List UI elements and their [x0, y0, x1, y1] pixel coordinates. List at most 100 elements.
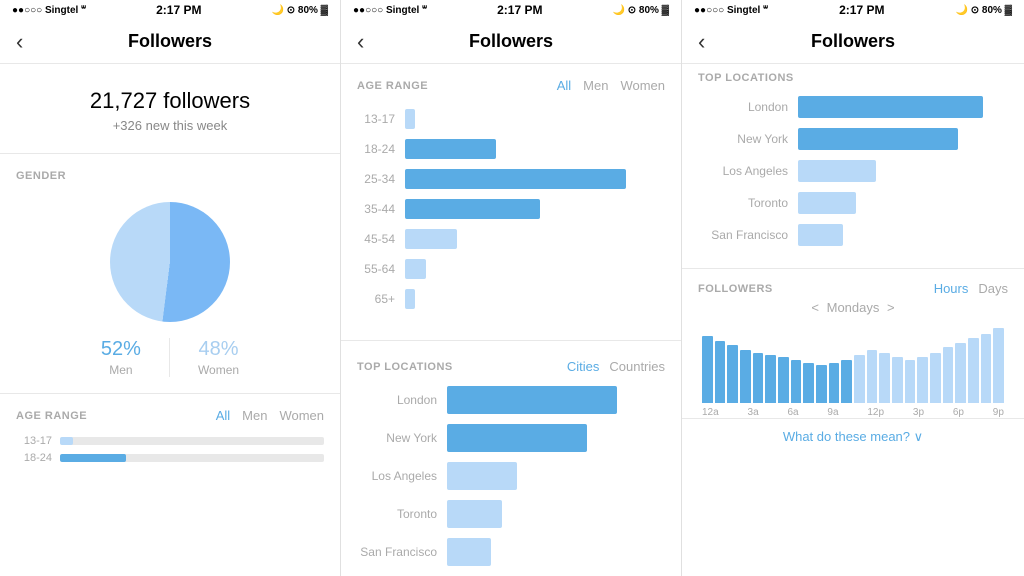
age-tab-men-1[interactable]: Men: [242, 408, 267, 423]
hour-bar-9: [816, 365, 827, 403]
bar-label-65plus: 65+: [357, 292, 395, 306]
hour-bar-13: [867, 350, 878, 403]
age-tab-all-2[interactable]: All: [557, 78, 571, 93]
hour-bar-10: [829, 363, 840, 403]
hour-bar-0: [702, 336, 713, 403]
bar-fill-13-17: [405, 109, 415, 129]
battery-2: 🌙 ⊙ 80% ▓: [613, 5, 669, 16]
city-label-toronto-2: Toronto: [357, 507, 437, 521]
hour-bar-5: [765, 355, 776, 403]
bar-fill-35-44: [405, 199, 540, 219]
bar-row-45-54: 45-54: [357, 229, 665, 249]
page-title-2: Followers: [469, 31, 553, 52]
city-h-label-newyork: New York: [698, 132, 788, 146]
hour-labels: 12a 3a 6a 9a 12p 3p 6p 9p: [698, 403, 1008, 418]
hour-bar-20: [955, 343, 966, 403]
bar-label-35-44: 35-44: [357, 202, 395, 216]
back-button-1[interactable]: ‹: [16, 29, 23, 55]
gender-women: 48% Women: [170, 338, 267, 377]
bar-track-13-17: [405, 109, 665, 129]
men-percent: 52%: [101, 338, 141, 361]
mini-bar-track-18-24: [60, 454, 324, 462]
city-row-sf-2: San Francisco: [357, 538, 665, 566]
gender-section: 52% Men 48% Women: [0, 190, 340, 394]
hour-bar-19: [943, 347, 954, 403]
bar-row-18-24: 18-24: [357, 139, 665, 159]
hour-label-9a: 9a: [827, 407, 838, 418]
chart-tab-days[interactable]: Days: [978, 281, 1008, 296]
city-h-row-toronto: Toronto: [698, 192, 1008, 214]
panel-2: ●●○○○ Singtel ᐜ 2:17 PM 🌙 ⊙ 80% ▓ ‹ Foll…: [341, 0, 682, 576]
back-button-2[interactable]: ‹: [357, 29, 364, 55]
bar-fill-65plus: [405, 289, 415, 309]
city-h-bar-london: [798, 96, 983, 118]
hour-bar-3: [740, 350, 751, 403]
what-mean[interactable]: What do these mean? ∨: [682, 419, 1024, 455]
loc-tab-countries[interactable]: Countries: [609, 359, 665, 374]
gender-section-label: GENDER: [0, 154, 340, 190]
women-percent: 48%: [198, 338, 238, 361]
hour-label-12p: 12p: [867, 407, 884, 418]
bar-label-25-34: 25-34: [357, 172, 395, 186]
divider-2: [341, 340, 681, 341]
hour-bar-14: [879, 353, 890, 403]
city-label-london-2: London: [357, 393, 437, 407]
city-h-bar-newyork: [798, 128, 958, 150]
chart-tabs: Hours Days: [934, 281, 1008, 296]
loc-tab-cities[interactable]: Cities: [567, 359, 600, 374]
bar-row-13-17: 13-17: [357, 109, 665, 129]
bar-fill-45-54: [405, 229, 457, 249]
city-bar-sf-2: [447, 538, 491, 566]
gender-men: 52% Men: [73, 338, 170, 377]
bar-label-13-17: 13-17: [357, 112, 395, 126]
gender-labels: 52% Men 48% Women: [16, 338, 324, 377]
hour-label-9p: 9p: [993, 407, 1004, 418]
status-bar-1: ●●○○○ Singtel ᐜ 2:17 PM 🌙 ⊙ 80% ▓: [0, 0, 340, 20]
prev-day-icon[interactable]: <: [811, 300, 819, 315]
top-cities-label-3: TOP LOCATIONS: [682, 64, 1024, 88]
city-h-row-la: Los Angeles: [698, 160, 1008, 182]
city-bar-toronto-2: [447, 500, 502, 528]
hour-label-3p: 3p: [913, 407, 924, 418]
back-button-3[interactable]: ‹: [698, 29, 705, 55]
mini-bar-label-13-17: 13-17: [16, 435, 52, 447]
hour-bar-22: [981, 334, 992, 403]
city-bars-2: London New York Los Angeles Toronto San …: [341, 378, 681, 576]
next-day-icon[interactable]: >: [887, 300, 895, 315]
city-h-row-sf: San Francisco: [698, 224, 1008, 246]
city-h-bar-la: [798, 160, 876, 182]
city-label-sf-2: San Francisco: [357, 545, 437, 559]
time-3: 2:17 PM: [839, 3, 884, 17]
hour-bar-18: [930, 353, 941, 403]
bar-label-45-54: 45-54: [357, 232, 395, 246]
followers-new: +326 new this week: [16, 118, 324, 133]
carrier-3: ●●○○○ Singtel ᐜ: [694, 5, 768, 16]
mini-bar-row-13-17: 13-17: [16, 435, 324, 447]
pie-chart: [110, 202, 230, 322]
city-h-bar-toronto: [798, 192, 856, 214]
mini-bar-track-13-17: [60, 437, 324, 445]
city-h-label-la: Los Angeles: [698, 164, 788, 178]
nav-bar-2: ‹ Followers: [341, 20, 681, 64]
bar-track-45-54: [405, 229, 665, 249]
bar-fill-18-24: [405, 139, 496, 159]
loc-tabs: Cities Countries: [567, 359, 665, 374]
top-locations-label: TOP LOCATIONS: [357, 361, 567, 373]
hour-bar-1: [715, 341, 726, 404]
time-2: 2:17 PM: [497, 3, 542, 17]
chart-tab-hours[interactable]: Hours: [934, 281, 969, 296]
hour-bar-16: [905, 360, 916, 403]
city-label-la-2: Los Angeles: [357, 469, 437, 483]
page-title-3: Followers: [811, 31, 895, 52]
women-label: Women: [198, 363, 239, 377]
age-tab-all-1[interactable]: All: [216, 408, 230, 423]
age-tab-men-2[interactable]: Men: [583, 78, 608, 93]
age-tab-women-1[interactable]: Women: [279, 408, 324, 423]
bar-label-18-24: 18-24: [357, 142, 395, 156]
hour-bar-4: [753, 353, 764, 403]
bar-row-65plus: 65+: [357, 289, 665, 309]
mini-bar-fill-18-24: [60, 454, 126, 462]
bar-fill-55-64: [405, 259, 426, 279]
bar-fill-25-34: [405, 169, 626, 189]
age-tab-women-2[interactable]: Women: [620, 78, 665, 93]
